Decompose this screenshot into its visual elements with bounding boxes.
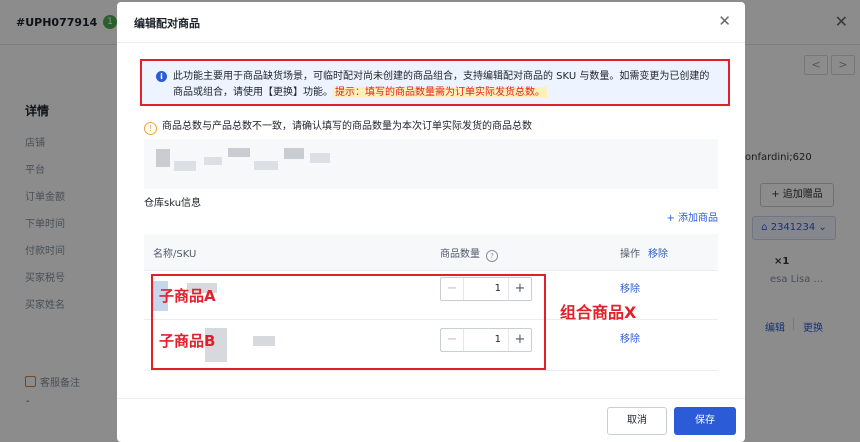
annotation-group-label: 组合商品X — [560, 303, 637, 322]
col-action: 操作 移除 — [620, 245, 668, 260]
blurred-text — [174, 161, 196, 171]
col-name-sku: 名称/SKU — [153, 249, 197, 260]
blurred-text — [254, 161, 278, 170]
quantity-warning-text: 商品总数与产品总数不一致，请确认填写的商品数量为本次订单实际发货的商品总数 — [162, 121, 532, 132]
info-icon: i — [156, 71, 167, 82]
warning-icon: ! — [144, 122, 157, 135]
col-action-label: 操作 — [620, 249, 640, 260]
remove-all-link[interactable]: 移除 — [648, 249, 668, 260]
annotation-child-a: 子商品A — [159, 287, 216, 305]
modal-title: 编辑配对商品 — [134, 17, 200, 30]
add-product-button[interactable]: + 添加商品 — [666, 209, 718, 224]
remove-link[interactable]: 移除 — [620, 330, 640, 345]
sku-section-label: 仓库sku信息 — [144, 198, 202, 209]
info-tip: 提示：填写的商品数量需为订单实际发货总数。 — [333, 87, 547, 98]
modal-header: 编辑配对商品 ✕ — [117, 2, 745, 43]
row-divider — [144, 270, 718, 271]
col-quantity-label: 商品数量 — [440, 249, 480, 260]
blurred-text — [228, 148, 250, 157]
cancel-button[interactable]: 取消 — [607, 407, 667, 435]
remove-link[interactable]: 移除 — [620, 280, 640, 295]
sku-table-header: 名称/SKU 商品数量? 操作 移除 — [144, 234, 718, 270]
blurred-text — [284, 148, 304, 159]
blurred-text — [310, 153, 330, 163]
modal-footer: 取消 保存 — [117, 398, 745, 442]
quantity-warning: ! 商品总数与产品总数不一致，请确认填写的商品数量为本次订单实际发货的商品总数 — [144, 117, 532, 135]
info-notice: i 此功能主要用于商品缺货场景，可临时配对尚未创建的商品组合，支持编辑配对商品的… — [140, 59, 730, 106]
save-button[interactable]: 保存 — [674, 407, 736, 435]
blurred-thumbnail — [156, 149, 170, 167]
blurred-text — [204, 157, 222, 165]
col-quantity: 商品数量? — [440, 245, 498, 262]
close-icon[interactable]: ✕ — [718, 12, 731, 30]
annotation-child-b: 子商品B — [159, 332, 216, 350]
help-icon[interactable]: ? — [486, 250, 498, 262]
edit-pairing-modal: 编辑配对商品 ✕ i 此功能主要用于商品缺货场景，可临时配对尚未创建的商品组合，… — [117, 2, 745, 442]
info-notice-text: 此功能主要用于商品缺货场景，可临时配对尚未创建的商品组合，支持编辑配对商品的 S… — [173, 69, 718, 101]
order-item-preview — [144, 139, 718, 189]
row-divider — [144, 370, 718, 371]
